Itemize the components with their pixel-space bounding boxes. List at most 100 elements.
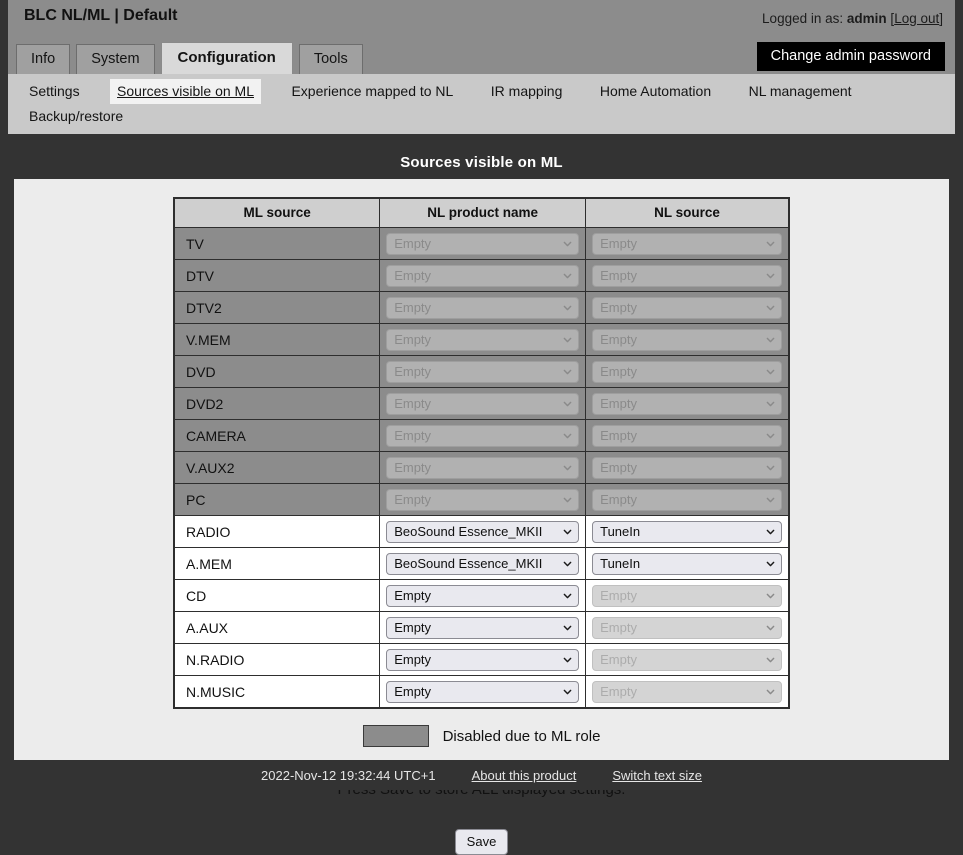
nl-product-name-select: Empty: [386, 392, 580, 415]
logout-link[interactable]: Log out: [894, 11, 939, 26]
nl-source-wrapper: Empty: [592, 392, 782, 415]
nl-product-name-wrapper: Empty: [386, 264, 580, 287]
nl-source-wrapper: Empty: [592, 264, 782, 287]
nl-source-select: Empty: [592, 488, 782, 511]
subnav-item-backup-restore[interactable]: Backup/restore: [22, 104, 130, 129]
ml-source-label: DVD2: [173, 387, 381, 420]
nl-source-wrapper: Empty: [592, 424, 782, 447]
nl-product-name-select: Empty: [386, 264, 580, 287]
nl-product-name-select[interactable]: Empty: [386, 680, 580, 703]
nl-source-wrapper: Empty: [592, 616, 782, 639]
nl-product-name-wrapper: BeoSound Essence_MKII: [386, 552, 580, 575]
nl-product-name-wrapper: BeoSound Essence_MKII: [386, 520, 580, 543]
nl-source-cell: Empty: [585, 323, 790, 356]
status-bar: 2022-Nov-12 19:32:44 UTC+1 About this pr…: [0, 760, 963, 790]
ml-source-label: V.AUX2: [173, 451, 381, 484]
switch-text-size-link[interactable]: Switch text size: [612, 768, 702, 783]
nl-source-cell: Empty: [585, 355, 790, 388]
nl-product-name-select[interactable]: Empty: [386, 648, 580, 671]
nl-product-name-wrapper: Empty: [386, 360, 580, 383]
table-header-row: ML source NL product name NL source: [173, 197, 790, 228]
nl-source-select: Empty: [592, 392, 782, 415]
about-this-product-link[interactable]: About this product: [472, 768, 577, 783]
table-row: RADIO BeoSound Essence_MKII TuneIn: [173, 515, 790, 548]
app-header: BLC NL/ML | Default Logged in as: admin …: [0, 0, 963, 39]
nl-source-cell: Empty: [585, 227, 790, 260]
column-header-ml-source: ML source: [173, 197, 381, 228]
ml-source-label: DTV2: [173, 291, 381, 324]
subnav-item-ir-mapping[interactable]: IR mapping: [484, 79, 570, 104]
ml-source-label: PC: [173, 483, 381, 516]
nl-product-name-cell: Empty: [379, 643, 587, 676]
nl-product-name-wrapper: Empty: [386, 296, 580, 319]
nl-source-select: Empty: [592, 296, 782, 319]
column-header-nl-product-name: NL product name: [379, 197, 587, 228]
tab-tools[interactable]: Tools: [298, 44, 363, 74]
nl-product-name-select[interactable]: Empty: [386, 616, 580, 639]
nl-product-name-wrapper: Empty: [386, 424, 580, 447]
ml-source-label: TV: [173, 227, 381, 260]
nl-product-name-select: Empty: [386, 488, 580, 511]
nl-source-wrapper: Empty: [592, 232, 782, 255]
legend-color-swatch: [362, 725, 429, 747]
nl-product-name-wrapper: Empty: [386, 680, 580, 703]
nl-product-name-select[interactable]: Empty: [386, 584, 580, 607]
nl-source-wrapper: Empty: [592, 584, 782, 607]
subnav-item-sources-visible-on-ml[interactable]: Sources visible on ML: [110, 79, 261, 104]
nl-product-name-select: Empty: [386, 456, 580, 479]
nl-product-name-cell: Empty: [379, 419, 587, 452]
nl-product-name-wrapper: Empty: [386, 328, 580, 351]
table-row: TV Empty Empty: [173, 227, 790, 260]
nl-product-name-wrapper: Empty: [386, 648, 580, 671]
table-row: CD Empty Empty: [173, 579, 790, 612]
nl-source-select: Empty: [592, 648, 782, 671]
nl-product-name-cell: Empty: [379, 483, 587, 516]
panel-title: Sources visible on ML: [14, 147, 949, 179]
nl-product-name-select[interactable]: BeoSound Essence_MKII: [386, 520, 580, 543]
tab-info[interactable]: Info: [16, 44, 71, 74]
nl-product-name-select: Empty: [386, 296, 580, 319]
logged-in-username: admin: [846, 11, 887, 26]
table-row: N.MUSIC Empty Empty: [173, 675, 790, 709]
primary-tabbar: Info System Configuration Tools Change a…: [0, 39, 963, 74]
save-button-row: Save: [14, 829, 949, 855]
status-timestamp: 2022-Nov-12 19:32:44 UTC+1: [261, 767, 436, 783]
nl-source-select: Empty: [592, 232, 782, 255]
column-header-nl-source: NL source: [585, 197, 790, 228]
subnav-item-home-automation[interactable]: Home Automation: [593, 79, 718, 104]
tab-configuration[interactable]: Configuration: [160, 42, 293, 74]
ml-source-label: CD: [173, 579, 381, 612]
nl-source-wrapper: Empty: [592, 648, 782, 671]
nl-source-cell: Empty: [585, 259, 790, 292]
tab-system[interactable]: System: [76, 44, 155, 74]
change-admin-password-button[interactable]: Change admin password: [756, 42, 945, 71]
ml-source-label: A.AUX: [173, 611, 381, 644]
table-row: A.MEM BeoSound Essence_MKII TuneIn: [173, 547, 790, 580]
nl-source-cell: TuneIn: [585, 515, 790, 548]
subnav-item-nl-management[interactable]: NL management: [742, 79, 859, 104]
nl-source-cell: Empty: [585, 675, 790, 709]
nl-product-name-select[interactable]: BeoSound Essence_MKII: [386, 552, 580, 575]
nl-source-cell: Empty: [585, 611, 790, 644]
nl-source-wrapper: TuneIn: [592, 520, 782, 543]
ml-source-label: A.MEM: [173, 547, 381, 580]
save-button[interactable]: Save: [454, 829, 509, 855]
nl-product-name-wrapper: Empty: [386, 232, 580, 255]
subnav-item-settings[interactable]: Settings: [22, 79, 87, 104]
nl-source-select[interactable]: TuneIn: [592, 520, 782, 543]
nl-product-name-cell: Empty: [379, 355, 587, 388]
table-row: CAMERA Empty Empty: [173, 419, 790, 452]
sources-table: ML source NL product name NL source TV Em…: [173, 197, 790, 709]
nl-source-select: Empty: [592, 424, 782, 447]
nl-product-name-wrapper: Empty: [386, 488, 580, 511]
app-title: BLC NL/ML | Default: [24, 7, 178, 24]
nl-product-name-wrapper: Empty: [386, 584, 580, 607]
nl-source-select[interactable]: TuneIn: [592, 552, 782, 575]
nl-source-select: Empty: [592, 456, 782, 479]
nl-product-name-select: Empty: [386, 360, 580, 383]
table-row: V.MEM Empty Empty: [173, 323, 790, 356]
login-status: Logged in as: admin [Log out]: [762, 11, 943, 26]
subnav-item-experience-mapped-to-nl[interactable]: Experience mapped to NL: [284, 79, 460, 104]
nl-source-select: Empty: [592, 360, 782, 383]
logout-bracket-close: ]: [939, 11, 943, 26]
